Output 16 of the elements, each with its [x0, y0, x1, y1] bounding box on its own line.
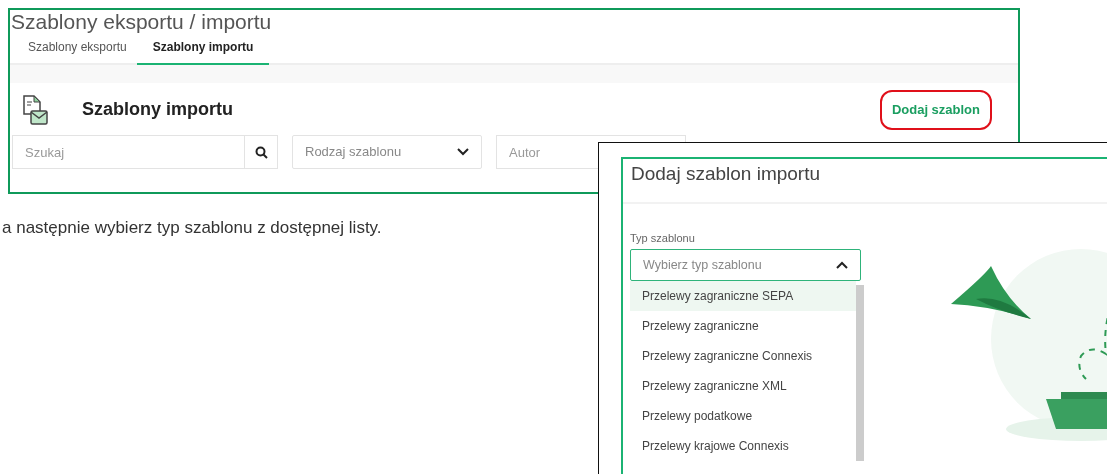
section-title: Szablony importu [82, 99, 233, 121]
tab[interactable]: Szablony eksportu [18, 34, 137, 65]
template-type-select[interactable]: Wybierz typ szablonu [630, 249, 861, 282]
document-envelope-icon [22, 94, 48, 126]
dropdown-option[interactable]: Przelewy zagraniczne SEPA [630, 281, 856, 312]
search-field[interactable]: Szukaj [12, 135, 244, 169]
template-kind-select[interactable]: Rodzaj szablonu [292, 135, 482, 169]
chevron-down-icon [457, 148, 469, 156]
search-icon [254, 145, 268, 159]
dialog-title: Dodaj szablon importu [623, 159, 1107, 204]
instruction-text: a następnie wybierz typ szablonu z dostępnej listy. [2, 217, 382, 239]
field-label: Typ szablonu [630, 230, 696, 246]
scrollbar[interactable] [856, 285, 864, 462]
page-title: Szablony eksportu / importu [10, 10, 273, 34]
search-button[interactable] [244, 135, 278, 169]
chevron-up-icon [836, 261, 848, 270]
